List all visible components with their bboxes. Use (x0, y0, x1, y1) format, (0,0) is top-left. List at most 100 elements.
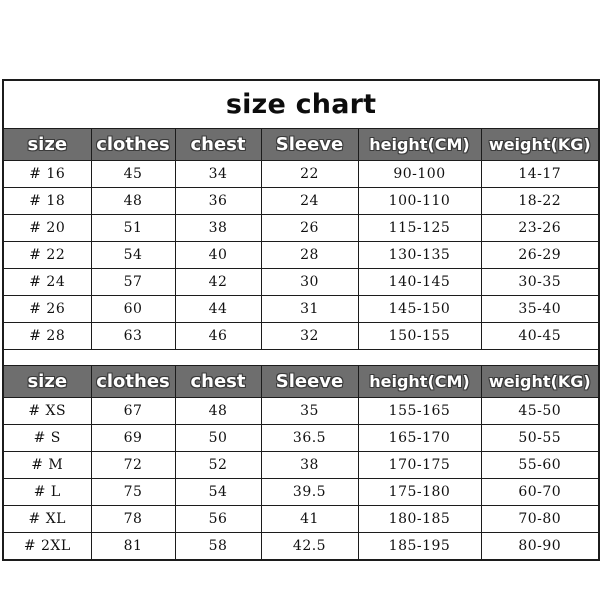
size-label-cell: # L (2, 478, 92, 506)
measurement-cell: 100-110 (357, 187, 482, 215)
size-label-cell: # 22 (2, 241, 92, 269)
table-row: # L 75 54 39.5 175-180 60-70 (2, 478, 600, 506)
measurement-cell: 35 (260, 397, 359, 425)
measurement-cell: 155-165 (357, 397, 482, 425)
table-row: # 20 51 38 26 115-125 23-26 (2, 214, 600, 242)
measurement-cell: 185-195 (357, 532, 482, 561)
title-row: size chart (2, 79, 600, 129)
measurement-cell: 32 (260, 322, 359, 350)
measurement-cell: 55-60 (480, 451, 600, 479)
measurement-cell: 165-170 (357, 424, 482, 452)
measurement-cell: 145-150 (357, 295, 482, 323)
kids-size-table-header-row: size clothes chest Sleeve height(CM) weight(K… (2, 128, 600, 161)
column-header-size: size (2, 365, 92, 398)
table-spacer-cell (3, 349, 600, 366)
measurement-cell: 38 (260, 451, 359, 479)
measurement-cell: 54 (174, 478, 262, 506)
column-header-chest: chest (174, 128, 262, 161)
measurement-cell: 24 (260, 187, 359, 215)
table-row: # 28 63 46 32 150-155 40-45 (2, 322, 600, 350)
size-label-cell: # 26 (2, 295, 92, 323)
measurement-cell: 115-125 (357, 214, 482, 242)
size-label-cell: # 28 (2, 322, 92, 350)
measurement-cell: 50-55 (480, 424, 600, 452)
table-row: # XL 78 56 41 180-185 70-80 (2, 505, 600, 533)
measurement-cell: 36.5 (260, 424, 359, 452)
adult-size-table-header-row: size clothes chest Sleeve height(CM) weight(K… (2, 365, 600, 398)
measurement-cell: 18-22 (480, 187, 600, 215)
measurement-cell: 78 (90, 505, 176, 533)
measurement-cell: 56 (174, 505, 262, 533)
column-header-sleeve: Sleeve (260, 365, 359, 398)
table-row: # 26 60 44 31 145-150 35-40 (2, 295, 600, 323)
measurement-cell: 23-26 (480, 214, 600, 242)
table-row: # 22 54 40 28 130-135 26-29 (2, 241, 600, 269)
table-row: # 18 48 36 24 100-110 18-22 (2, 187, 600, 215)
size-chart-container: size chart size clothes chest Sleeve height(C… (2, 79, 600, 561)
column-header-clothes: clothes (90, 128, 176, 161)
measurement-cell: 54 (90, 241, 176, 269)
column-header-weightkg: weight(KG) (480, 128, 600, 161)
measurement-cell: 48 (90, 187, 176, 215)
measurement-cell: 67 (90, 397, 176, 425)
column-header-chest: chest (174, 365, 262, 398)
measurement-cell: 81 (90, 532, 176, 561)
measurement-cell: 44 (174, 295, 262, 323)
measurement-cell: 51 (90, 214, 176, 242)
measurement-cell: 130-135 (357, 241, 482, 269)
size-label-cell: # XS (2, 397, 92, 425)
size-label-cell: # M (2, 451, 92, 479)
measurement-cell: 40 (174, 241, 262, 269)
measurement-cell: 150-155 (357, 322, 482, 350)
size-label-cell: # 2XL (2, 532, 92, 561)
column-header-heightcm: height(CM) (357, 128, 482, 161)
size-label-cell: # 18 (2, 187, 92, 215)
measurement-cell: 60-70 (480, 478, 600, 506)
measurement-cell: 30 (260, 268, 359, 296)
measurement-cell: 75 (90, 478, 176, 506)
measurement-cell: 70-80 (480, 505, 600, 533)
column-header-heightcm: height(CM) (357, 365, 482, 398)
measurement-cell: 26-29 (480, 241, 600, 269)
column-header-sleeve: Sleeve (260, 128, 359, 161)
measurement-cell: 38 (174, 214, 262, 242)
measurement-cell: 31 (260, 295, 359, 323)
measurement-cell: 180-185 (357, 505, 482, 533)
column-header-clothes: clothes (90, 365, 176, 398)
measurement-cell: 46 (174, 322, 262, 350)
measurement-cell: 58 (174, 532, 262, 561)
measurement-cell: 35-40 (480, 295, 600, 323)
page-title: size chart (2, 79, 600, 129)
measurement-cell: 45-50 (480, 397, 600, 425)
table-row: # XS 67 48 35 155-165 45-50 (2, 397, 600, 425)
measurement-cell: 42.5 (260, 532, 359, 561)
measurement-cell: 69 (90, 424, 176, 452)
table-row: # 16 45 34 22 90-100 14-17 (2, 160, 600, 188)
measurement-cell: 22 (260, 160, 359, 188)
column-header-size: size (2, 128, 92, 161)
table-row: # S 69 50 36.5 165-170 50-55 (2, 424, 600, 452)
measurement-cell: 45 (90, 160, 176, 188)
measurement-cell: 80-90 (480, 532, 600, 561)
table-spacer-row (3, 349, 600, 366)
measurement-cell: 140-145 (357, 268, 482, 296)
measurement-cell: 34 (174, 160, 262, 188)
measurement-cell: 40-45 (480, 322, 600, 350)
column-header-weightkg: weight(KG) (480, 365, 600, 398)
measurement-cell: 41 (260, 505, 359, 533)
size-label-cell: # 16 (2, 160, 92, 188)
size-chart-table: size chart size clothes chest Sleeve height(C… (2, 79, 600, 561)
measurement-cell: 28 (260, 241, 359, 269)
size-label-cell: # 20 (2, 214, 92, 242)
table-row: # 24 57 42 30 140-145 30-35 (2, 268, 600, 296)
measurement-cell: 52 (174, 451, 262, 479)
size-label-cell: # 24 (2, 268, 92, 296)
measurement-cell: 60 (90, 295, 176, 323)
measurement-cell: 48 (174, 397, 262, 425)
measurement-cell: 50 (174, 424, 262, 452)
measurement-cell: 39.5 (260, 478, 359, 506)
size-label-cell: # S (2, 424, 92, 452)
measurement-cell: 14-17 (480, 160, 600, 188)
measurement-cell: 26 (260, 214, 359, 242)
measurement-cell: 170-175 (357, 451, 482, 479)
